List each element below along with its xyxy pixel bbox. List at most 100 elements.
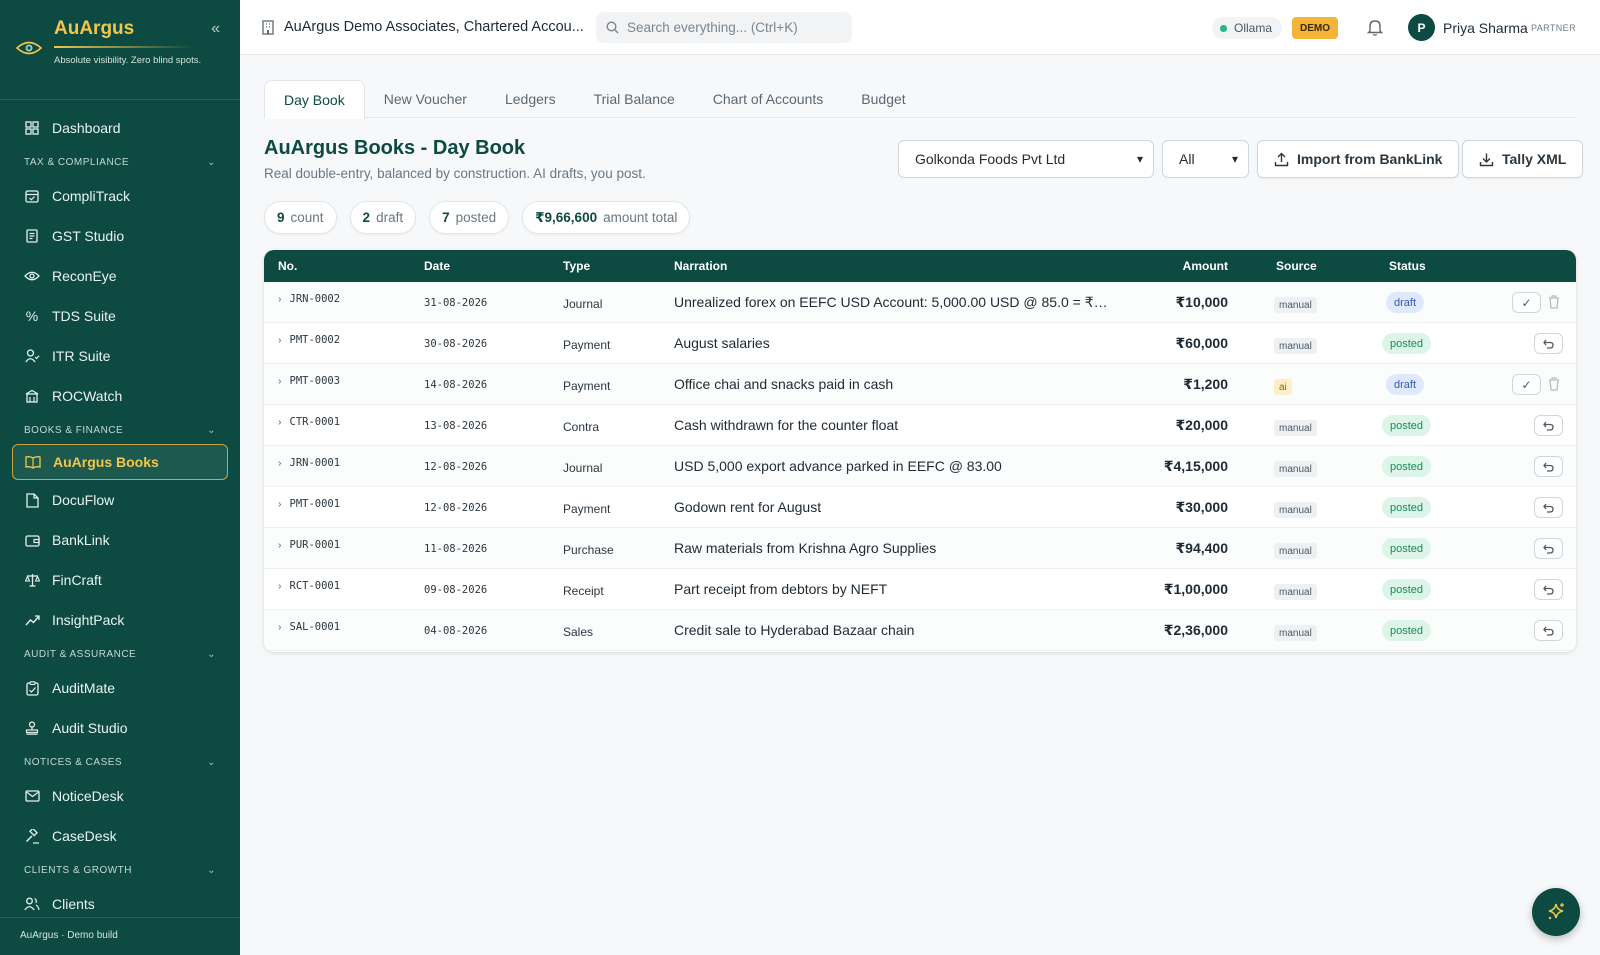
sidebar-item-insightpack[interactable]: InsightPack [0, 600, 240, 640]
table-row[interactable]: › JRN-0002 31-08-2026 Journal Unrealized for… [264, 282, 1576, 323]
chevron-right-icon[interactable]: › [278, 621, 282, 633]
voucher-narration: USD 5,000 export advance parked in EEFC … [674, 458, 1002, 474]
sidebar-item-docuflow[interactable]: DocuFlow [0, 480, 240, 520]
table-row[interactable]: › RCT-0001 09-08-2026 Receipt Part receipt f… [264, 569, 1576, 610]
table-row[interactable]: › JRN-0001 12-08-2026 Journal USD 5,000 expo… [264, 446, 1576, 487]
reverse-voucher-button[interactable] [1534, 456, 1563, 477]
avatar[interactable]: P [1408, 14, 1435, 41]
building-icon [24, 388, 40, 404]
table-row[interactable]: › PUR-0001 11-08-2026 Purchase Raw materials… [264, 528, 1576, 569]
column-header-no[interactable]: No. [278, 259, 297, 273]
sidebar-item-auargus-books[interactable]: AuArgus Books [12, 444, 228, 480]
voucher-number[interactable]: › PMT-0002 [278, 334, 340, 346]
chevron-right-icon[interactable]: › [278, 334, 282, 346]
gavel-icon [24, 828, 40, 844]
table-row[interactable]: › SAL-0001 04-08-2026 Sales Credit sale to H… [264, 610, 1576, 651]
table-row[interactable]: › CTR-0001 13-08-2026 Contra Cash withdrawn … [264, 405, 1576, 446]
sidebar-item-dashboard[interactable]: Dashboard [0, 108, 240, 148]
sidebar-nav: Dashboard TAX & COMPLIANCE ⌄ CompliTrack … [0, 108, 240, 924]
sidebar-item-casedesk[interactable]: CaseDesk [0, 816, 240, 856]
global-search-input[interactable]: Search everything... (Ctrl+K) [596, 12, 852, 43]
voucher-number[interactable]: › PMT-0003 [278, 375, 340, 387]
tab-chart-of-accounts[interactable]: Chart of Accounts [694, 80, 843, 118]
voucher-type: Sales [563, 625, 594, 639]
tally-xml-button[interactable]: Tally XML [1462, 140, 1584, 178]
tab-trial-balance[interactable]: Trial Balance [575, 80, 694, 118]
sidebar-item-fincraft[interactable]: FinCraft [0, 560, 240, 600]
sidebar-item-rocwatch[interactable]: ROCWatch [0, 376, 240, 416]
column-header-type[interactable]: Type [563, 259, 590, 273]
bell-icon[interactable] [1365, 17, 1385, 37]
voucher-number[interactable]: › PUR-0001 [278, 539, 340, 551]
undo-icon [1543, 503, 1554, 513]
column-header-narration[interactable]: Narration [674, 259, 727, 273]
trash-icon[interactable] [1547, 376, 1561, 392]
sidebar-item-reconeye[interactable]: ReconEye [0, 256, 240, 296]
tab-day-book[interactable]: Day Book [264, 80, 365, 119]
clipboard-check-icon [24, 680, 40, 696]
sidebar-item-gst-studio[interactable]: GST Studio [0, 216, 240, 256]
tab-budget[interactable]: Budget [842, 80, 924, 118]
voucher-number[interactable]: › RCT-0001 [278, 580, 340, 592]
ollama-status-badge[interactable]: Ollama [1212, 17, 1283, 39]
column-header-amount[interactable]: Amount [1183, 259, 1228, 273]
tab-ledgers[interactable]: Ledgers [486, 80, 575, 118]
voucher-date: 12-08-2026 [424, 502, 488, 514]
ai-assistant-button[interactable] [1532, 888, 1580, 936]
chevron-right-icon[interactable]: › [278, 416, 282, 428]
column-header-status[interactable]: Status [1389, 259, 1426, 273]
voucher-number[interactable]: › JRN-0002 [278, 293, 340, 305]
chevron-down-icon: ⌄ [207, 156, 216, 168]
undo-icon [1543, 339, 1554, 349]
sidebar-item-auditmate[interactable]: AuditMate [0, 668, 240, 708]
section-tax-compliance[interactable]: TAX & COMPLIANCE ⌄ [0, 148, 240, 176]
sidebar-item-noticedesk[interactable]: NoticeDesk [0, 776, 240, 816]
chevron-right-icon[interactable]: › [278, 580, 282, 592]
voucher-number[interactable]: › SAL-0001 [278, 621, 340, 633]
reverse-voucher-button[interactable] [1534, 620, 1563, 641]
trash-icon[interactable] [1547, 294, 1561, 310]
voucher-number[interactable]: › PMT-0001 [278, 498, 340, 510]
column-header-source[interactable]: Source [1276, 259, 1317, 273]
sidebar-item-label: CompliTrack [52, 188, 131, 204]
reverse-voucher-button[interactable] [1534, 538, 1563, 559]
sidebar-item-complitrack[interactable]: CompliTrack [0, 176, 240, 216]
voucher-number-text: CTR-0001 [289, 416, 341, 428]
sidebar-item-banklink[interactable]: BankLink [0, 520, 240, 560]
section-clients-growth[interactable]: CLIENTS & GROWTH ⌄ [0, 856, 240, 884]
company-select[interactable]: Golkonda Foods Pvt Ltd ▾ [898, 140, 1154, 178]
post-voucher-button[interactable]: ✓ [1512, 374, 1541, 395]
chevron-right-icon[interactable]: › [278, 539, 282, 551]
table-row[interactable]: › PMT-0001 12-08-2026 Payment Godown rent fo… [264, 487, 1576, 528]
column-header-date[interactable]: Date [424, 259, 450, 273]
section-audit-assurance[interactable]: AUDIT & ASSURANCE ⌄ [0, 640, 240, 668]
sidebar-item-label: Dashboard [52, 120, 121, 136]
chevron-right-icon[interactable]: › [278, 498, 282, 510]
eye-logo-icon [16, 41, 42, 55]
voucher-number[interactable]: › JRN-0001 [278, 457, 340, 469]
sidebar-item-audit-studio[interactable]: Audit Studio [0, 708, 240, 748]
chevron-right-icon[interactable]: › [278, 375, 282, 387]
voucher-filter-select[interactable]: All ▾ [1162, 140, 1249, 178]
user-name[interactable]: Priya Sharma [1443, 20, 1528, 36]
reverse-voucher-button[interactable] [1534, 415, 1563, 436]
reverse-voucher-button[interactable] [1534, 497, 1563, 518]
post-voucher-button[interactable]: ✓ [1512, 292, 1541, 313]
tab-new-voucher[interactable]: New Voucher [365, 80, 486, 118]
organization-switcher[interactable]: AuArgus Demo Associates, Chartered Accou… [260, 19, 584, 35]
import-from-banklink-button[interactable]: Import from BankLink [1257, 140, 1460, 178]
section-notices-cases[interactable]: NOTICES & CASES ⌄ [0, 748, 240, 776]
reverse-voucher-button[interactable] [1534, 333, 1563, 354]
table-row[interactable]: › PMT-0002 30-08-2026 Payment August salarie… [264, 323, 1576, 364]
source-badge: manual [1274, 297, 1317, 313]
sidebar-item-itr-suite[interactable]: ITR Suite [0, 336, 240, 376]
table-row[interactable]: › PMT-0003 14-08-2026 Payment Office chai an… [264, 364, 1576, 405]
undo-icon [1543, 462, 1554, 472]
collapse-sidebar-button[interactable]: « [211, 20, 220, 38]
voucher-number[interactable]: › CTR-0001 [278, 416, 340, 428]
chevron-right-icon[interactable]: › [278, 457, 282, 469]
chevron-right-icon[interactable]: › [278, 293, 282, 305]
sidebar-item-tds-suite[interactable]: % TDS Suite [0, 296, 240, 336]
reverse-voucher-button[interactable] [1534, 579, 1563, 600]
section-books-finance[interactable]: BOOKS & FINANCE ⌄ [0, 416, 240, 444]
